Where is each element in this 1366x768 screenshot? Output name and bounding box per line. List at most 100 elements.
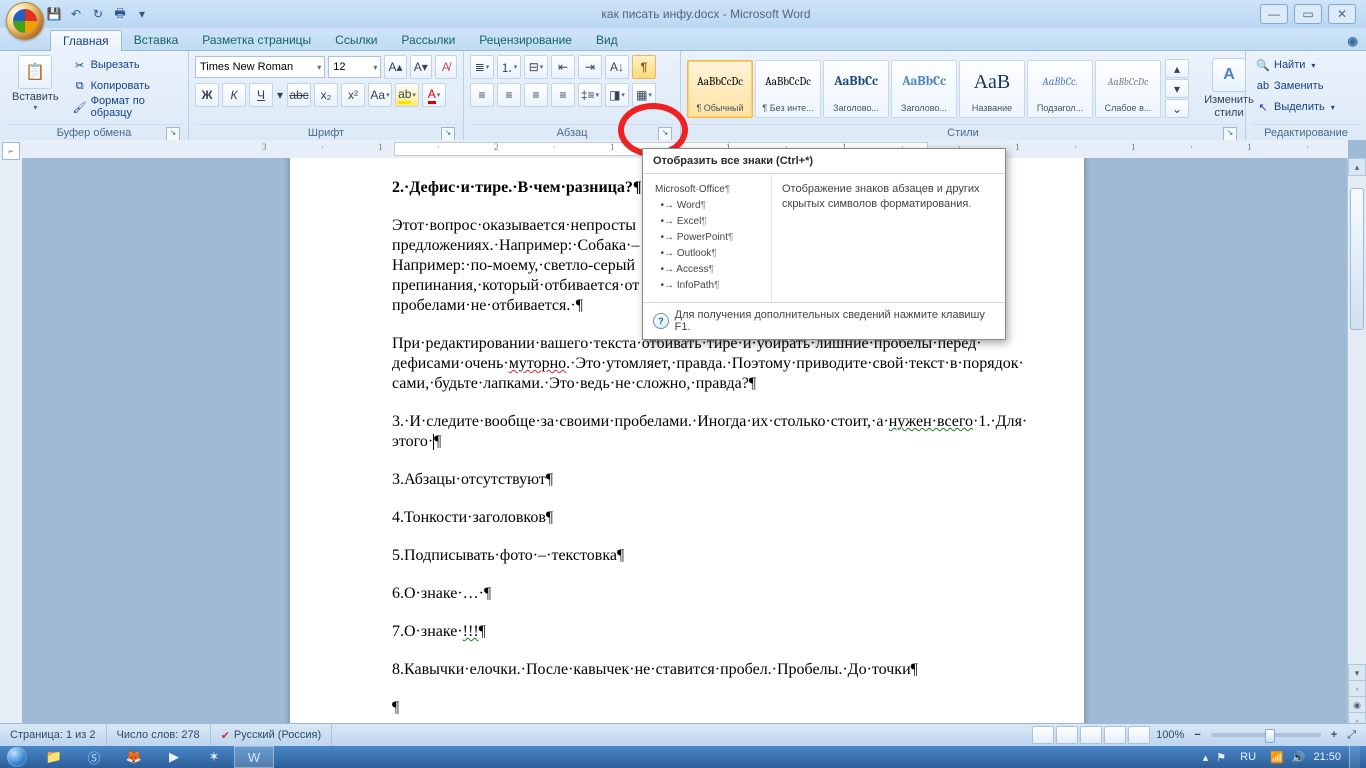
- strikethrough-button[interactable]: abc: [287, 83, 311, 107]
- style-tile[interactable]: AaBbCcЗаголово...: [891, 60, 957, 118]
- outline-view-button[interactable]: [1104, 726, 1126, 744]
- tab-references[interactable]: Ссылки: [323, 30, 389, 50]
- style-tile[interactable]: AaBbCcDc¶ Без инте...: [755, 60, 821, 118]
- style-tile[interactable]: AaBbCcDcСлабое в...: [1095, 60, 1161, 118]
- numbering-button[interactable]: ⒈: [497, 55, 521, 79]
- find-button[interactable]: 🔍Найти▾: [1252, 55, 1339, 75]
- scroll-thumb[interactable]: [1350, 188, 1364, 330]
- clear-formatting-button[interactable]: A̸: [435, 55, 457, 79]
- replace-button[interactable]: abЗаменить: [1252, 76, 1339, 96]
- tab-selector-icon[interactable]: ⌐: [2, 142, 20, 160]
- decrease-indent-button[interactable]: ⇤: [551, 55, 575, 79]
- justify-button[interactable]: ≡: [551, 83, 575, 107]
- taskbar-app-icon[interactable]: ✶: [194, 746, 234, 768]
- bold-button[interactable]: Ж: [195, 83, 219, 107]
- taskbar-word-icon[interactable]: W: [234, 746, 274, 768]
- align-left-button[interactable]: ≡: [470, 83, 494, 107]
- close-button[interactable]: ✕: [1328, 4, 1356, 24]
- styles-more-icon[interactable]: ⌄: [1165, 99, 1189, 118]
- zoom-slider-thumb[interactable]: [1265, 729, 1275, 743]
- align-right-button[interactable]: ≡: [524, 83, 548, 107]
- status-language[interactable]: ✔Русский (Россия): [211, 724, 333, 746]
- zoom-fit-icon[interactable]: ⤢: [1341, 729, 1362, 742]
- help-icon[interactable]: ◉: [1340, 32, 1366, 50]
- highlight-button[interactable]: ab: [395, 83, 419, 107]
- sort-button[interactable]: A↓: [605, 55, 629, 79]
- bullets-button[interactable]: ≣: [470, 55, 494, 79]
- qat-save-icon[interactable]: 💾: [44, 4, 64, 24]
- paste-button[interactable]: 📋 Вставить ▾: [6, 53, 65, 114]
- tab-mailings[interactable]: Рассылки: [389, 30, 467, 50]
- styles-launcher-icon[interactable]: ↘: [1223, 127, 1237, 141]
- line-spacing-button[interactable]: ‡≡: [578, 83, 602, 107]
- multilevel-list-button[interactable]: ⊟: [524, 55, 548, 79]
- italic-button[interactable]: К: [222, 83, 246, 107]
- vertical-scrollbar[interactable]: ▴ ▾ ◦ ◉ ◦: [1347, 158, 1366, 730]
- clipboard-launcher-icon[interactable]: ↘: [166, 127, 180, 141]
- style-tile[interactable]: AaBbCcЗаголово...: [823, 60, 889, 118]
- tray-flag-icon[interactable]: ⚑: [1216, 751, 1226, 764]
- qat-customize-icon[interactable]: ▾: [132, 4, 152, 24]
- maximize-button[interactable]: ▭: [1294, 4, 1322, 24]
- zoom-slider[interactable]: [1211, 733, 1321, 737]
- taskbar-skype-icon[interactable]: Ⓢ: [74, 746, 114, 768]
- draft-view-button[interactable]: [1128, 726, 1150, 744]
- shading-button[interactable]: ◨: [605, 83, 629, 107]
- select-button[interactable]: ↖Выделить▾: [1252, 97, 1339, 117]
- paste-dropdown-icon[interactable]: ▾: [33, 103, 37, 112]
- paragraph-launcher-icon[interactable]: ↘: [658, 127, 672, 141]
- taskbar-explorer-icon[interactable]: 📁: [34, 746, 74, 768]
- system-tray[interactable]: ▴ ⚑ RU 📶 🔊 21:50: [1197, 746, 1366, 768]
- borders-button[interactable]: ▦: [632, 83, 656, 107]
- tray-clock[interactable]: 21:50: [1313, 751, 1341, 763]
- styles-row-down-icon[interactable]: ▾: [1165, 79, 1189, 98]
- styles-row-up-icon[interactable]: ▴: [1165, 59, 1189, 78]
- office-button[interactable]: [6, 2, 44, 40]
- subscript-button[interactable]: x₂: [314, 83, 338, 107]
- style-tile[interactable]: AaBbCc.Подзагол...: [1027, 60, 1093, 118]
- align-center-button[interactable]: ≡: [497, 83, 521, 107]
- tab-review[interactable]: Рецензирование: [467, 30, 584, 50]
- print-layout-view-button[interactable]: [1032, 726, 1054, 744]
- zoom-out-button[interactable]: −: [1190, 729, 1204, 741]
- taskbar-firefox-icon[interactable]: 🦊: [114, 746, 154, 768]
- tab-page-layout[interactable]: Разметка страницы: [190, 30, 323, 50]
- format-painter-button[interactable]: 🖌Формат по образцу: [69, 97, 182, 117]
- qat-quickprint-icon[interactable]: 🖶: [110, 4, 130, 24]
- show-desktop-button[interactable]: [1349, 746, 1360, 768]
- increase-indent-button[interactable]: ⇥: [578, 55, 602, 79]
- tray-network-icon[interactable]: 📶: [1270, 751, 1284, 764]
- zoom-level[interactable]: 100%: [1150, 729, 1190, 741]
- minimize-button[interactable]: —: [1260, 4, 1288, 24]
- superscript-button[interactable]: x²: [341, 83, 365, 107]
- shrink-font-button[interactable]: A▾: [410, 55, 432, 79]
- tray-language[interactable]: RU: [1234, 751, 1262, 763]
- tab-insert[interactable]: Вставка: [122, 30, 191, 50]
- taskbar-media-icon[interactable]: ▶: [154, 746, 194, 768]
- style-tile[interactable]: АаВНазвание: [959, 60, 1025, 118]
- font-size-combo[interactable]: 12: [328, 56, 381, 78]
- show-hide-pilcrow-button[interactable]: ¶: [632, 55, 656, 79]
- scroll-up-icon[interactable]: ▴: [1348, 158, 1366, 176]
- web-layout-view-button[interactable]: [1080, 726, 1102, 744]
- change-case-button[interactable]: Aa: [368, 83, 392, 107]
- font-launcher-icon[interactable]: ↘: [441, 127, 455, 141]
- start-button[interactable]: [0, 746, 34, 768]
- zoom-in-button[interactable]: +: [1327, 729, 1341, 741]
- tray-volume-icon[interactable]: 🔊: [1292, 751, 1306, 764]
- underline-button[interactable]: Ч: [249, 83, 273, 107]
- copy-button[interactable]: ⧉Копировать: [69, 76, 182, 96]
- qat-undo-icon[interactable]: ↶: [66, 4, 86, 24]
- font-name-combo[interactable]: Times New Roman: [195, 56, 325, 78]
- cut-button[interactable]: ✂Вырезать: [69, 55, 182, 75]
- qat-redo-icon[interactable]: ↻: [88, 4, 108, 24]
- full-screen-view-button[interactable]: [1056, 726, 1078, 744]
- grow-font-button[interactable]: A▴: [384, 55, 406, 79]
- tab-home[interactable]: Главная: [50, 30, 122, 51]
- font-color-button[interactable]: A: [422, 83, 446, 107]
- status-page[interactable]: Страница: 1 из 2: [0, 724, 107, 746]
- styles-gallery[interactable]: AaBbCcDc¶ ОбычныйAaBbCcDc¶ Без инте...Aa…: [687, 60, 1163, 118]
- tab-view[interactable]: Вид: [584, 30, 630, 50]
- status-word-count[interactable]: Число слов: 278: [107, 724, 211, 746]
- style-tile[interactable]: AaBbCcDc¶ Обычный: [687, 60, 753, 118]
